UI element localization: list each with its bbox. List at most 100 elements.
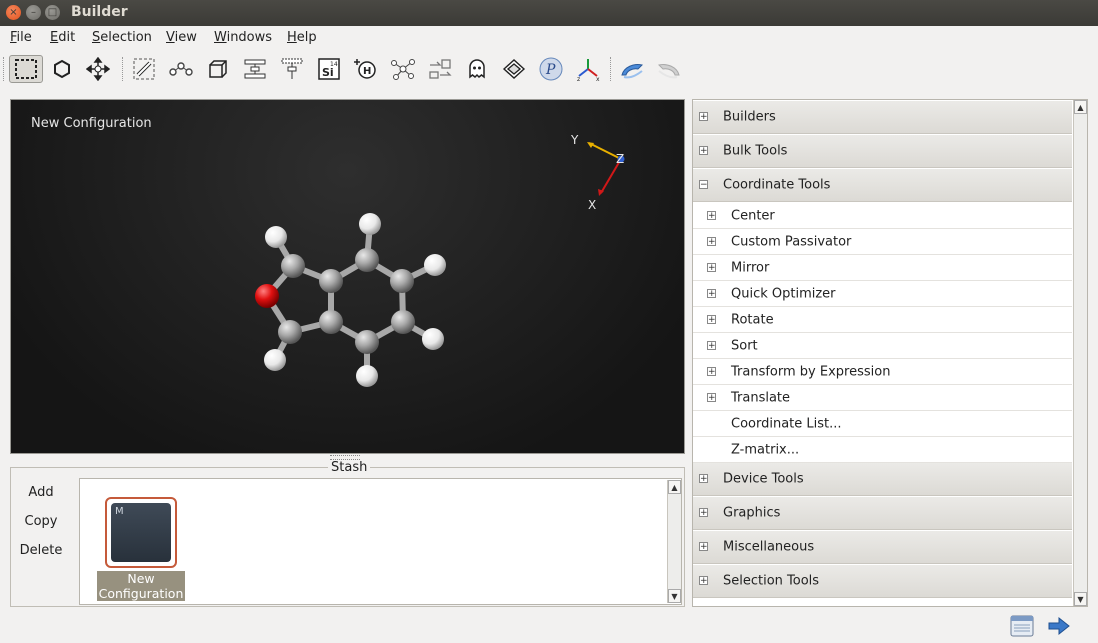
expand-icon[interactable]: + [699, 576, 708, 586]
atom-carbon[interactable] [319, 310, 343, 334]
stash-copy-button[interactable]: Copy [13, 514, 69, 529]
expand-icon[interactable]: + [707, 314, 716, 324]
atom-carbon[interactable] [278, 320, 302, 344]
stash-item-label[interactable]: New Configuration [97, 571, 185, 601]
network-button[interactable] [388, 55, 418, 83]
redo-button[interactable] [654, 55, 684, 83]
menu-selection[interactable]: Selection [92, 30, 152, 45]
menu-view[interactable]: View [166, 30, 197, 45]
tool-center[interactable]: + Center [693, 203, 1072, 229]
section-builders[interactable]: + Builders [693, 101, 1072, 134]
section-selection-tools[interactable]: + Selection Tools [693, 565, 1072, 598]
expand-icon[interactable]: + [699, 508, 708, 518]
window-close-button[interactable]: × [6, 5, 21, 20]
tool-quick-optimizer[interactable]: + Quick Optimizer [693, 281, 1072, 307]
atom-chain-icon [169, 62, 193, 76]
atom-hydrogen[interactable] [264, 349, 286, 371]
scroll-up-arrow-icon[interactable]: ▲ [668, 480, 681, 494]
element-silicon-button[interactable]: Si 14 [314, 55, 344, 83]
section-graphics[interactable]: + Graphics [693, 497, 1072, 530]
expand-icon[interactable]: + [707, 392, 716, 402]
undo-ribbon-icon [621, 64, 643, 79]
chain-button[interactable] [166, 55, 196, 83]
expand-icon[interactable]: + [707, 210, 716, 220]
stash-scrollbar[interactable]: ▲ ▼ [667, 480, 681, 603]
atom-carbon[interactable] [391, 310, 415, 334]
expand-icon[interactable]: + [707, 236, 716, 246]
menu-edit[interactable]: Edit [50, 30, 75, 45]
tool-mirror[interactable]: + Mirror [693, 255, 1072, 281]
expand-icon[interactable]: + [699, 112, 708, 122]
menu-view-label: iew [174, 30, 197, 45]
select-molecule-button[interactable] [47, 55, 77, 83]
coordinate-axes-button[interactable]: zx [573, 55, 603, 83]
expand-icon[interactable]: + [699, 474, 708, 484]
expand-icon[interactable]: + [699, 146, 708, 156]
unit-cell-button[interactable] [203, 55, 233, 83]
layers-button[interactable] [240, 55, 270, 83]
scroll-down-arrow-icon[interactable]: ▼ [668, 589, 681, 603]
menu-file[interactable]: File [10, 30, 32, 45]
edit-bonds-button[interactable] [129, 55, 159, 83]
atom-carbon[interactable] [281, 254, 305, 278]
atom-carbon[interactable] [355, 330, 379, 354]
add-hydrogen-button[interactable]: H [351, 55, 381, 83]
toolbar-grip[interactable] [3, 57, 6, 81]
molecule-viewer[interactable]: New Configuration Y Z X [10, 99, 685, 454]
atom-hydrogen[interactable] [356, 365, 378, 387]
tool-rotate[interactable]: + Rotate [693, 307, 1072, 333]
log-window-icon[interactable] [1010, 615, 1034, 637]
expand-icon[interactable]: + [707, 262, 716, 272]
window-maximize-button[interactable]: □ [45, 5, 60, 20]
tool-custom-passivator[interactable]: + Custom Passivator [693, 229, 1072, 255]
layers-stack-icon [244, 59, 266, 79]
move-button[interactable] [83, 55, 113, 83]
atom-carbon[interactable] [355, 248, 379, 272]
tree-button[interactable] [277, 55, 307, 83]
atom-hydrogen[interactable] [422, 328, 444, 350]
menu-windows[interactable]: Windows [214, 30, 272, 45]
ghost-button[interactable] [462, 55, 492, 83]
collapse-icon[interactable]: − [699, 180, 708, 190]
scroll-up-arrow-icon[interactable]: ▲ [1074, 100, 1087, 114]
window-minimize-button[interactable]: – [26, 5, 41, 20]
selection-rectangle-button[interactable] [9, 55, 43, 83]
tool-translate[interactable]: + Translate [693, 385, 1072, 411]
expand-icon[interactable]: + [707, 366, 716, 376]
section-device-tools[interactable]: + Device Tools [693, 463, 1072, 496]
slab-button[interactable] [499, 55, 529, 83]
atom-hydrogen[interactable] [359, 213, 381, 235]
tool-sort[interactable]: + Sort [693, 333, 1072, 359]
unit-cell-icon [209, 60, 227, 78]
python-button[interactable]: P [536, 55, 566, 83]
tool-coordinate-list[interactable]: Coordinate List... [693, 411, 1072, 437]
menu-help-label: elp [296, 30, 317, 45]
stash-add-button[interactable]: Add [13, 485, 69, 500]
atom-carbon[interactable] [319, 269, 343, 293]
section-label: Graphics [723, 505, 781, 521]
expand-icon[interactable]: + [707, 288, 716, 298]
tools-panel-scrollbar[interactable]: ▲ ▼ [1073, 100, 1087, 606]
stash-item-thumbnail[interactable]: M [105, 497, 177, 568]
section-coordinate-tools[interactable]: − Coordinate Tools [693, 169, 1072, 202]
expand-icon[interactable]: + [707, 340, 716, 350]
undo-button[interactable] [617, 55, 647, 83]
molecule-canvas[interactable]: Y Z X [11, 100, 685, 454]
tool-transform-by-expression[interactable]: + Transform by Expression [693, 359, 1072, 385]
scroll-down-arrow-icon[interactable]: ▼ [1074, 592, 1087, 606]
section-bulk-tools[interactable]: + Bulk Tools [693, 135, 1072, 168]
menu-help[interactable]: Help [287, 30, 317, 45]
atom-hydrogen[interactable] [265, 226, 287, 248]
window-titlebar: × – □ Builder [0, 0, 1098, 26]
atom-oxygen[interactable] [255, 284, 279, 308]
redo-ribbon-icon [658, 64, 680, 79]
export-button[interactable] [425, 55, 455, 83]
expand-icon[interactable]: + [699, 542, 708, 552]
send-to-arrow-icon[interactable] [1047, 615, 1071, 637]
section-miscellaneous[interactable]: + Miscellaneous [693, 531, 1072, 564]
tool-z-matrix[interactable]: Z-matrix... [693, 437, 1072, 463]
stash-delete-button[interactable]: Delete [13, 543, 69, 558]
atom-carbon[interactable] [390, 269, 414, 293]
atom-hydrogen[interactable] [424, 254, 446, 276]
section-label: Builders [723, 109, 776, 125]
